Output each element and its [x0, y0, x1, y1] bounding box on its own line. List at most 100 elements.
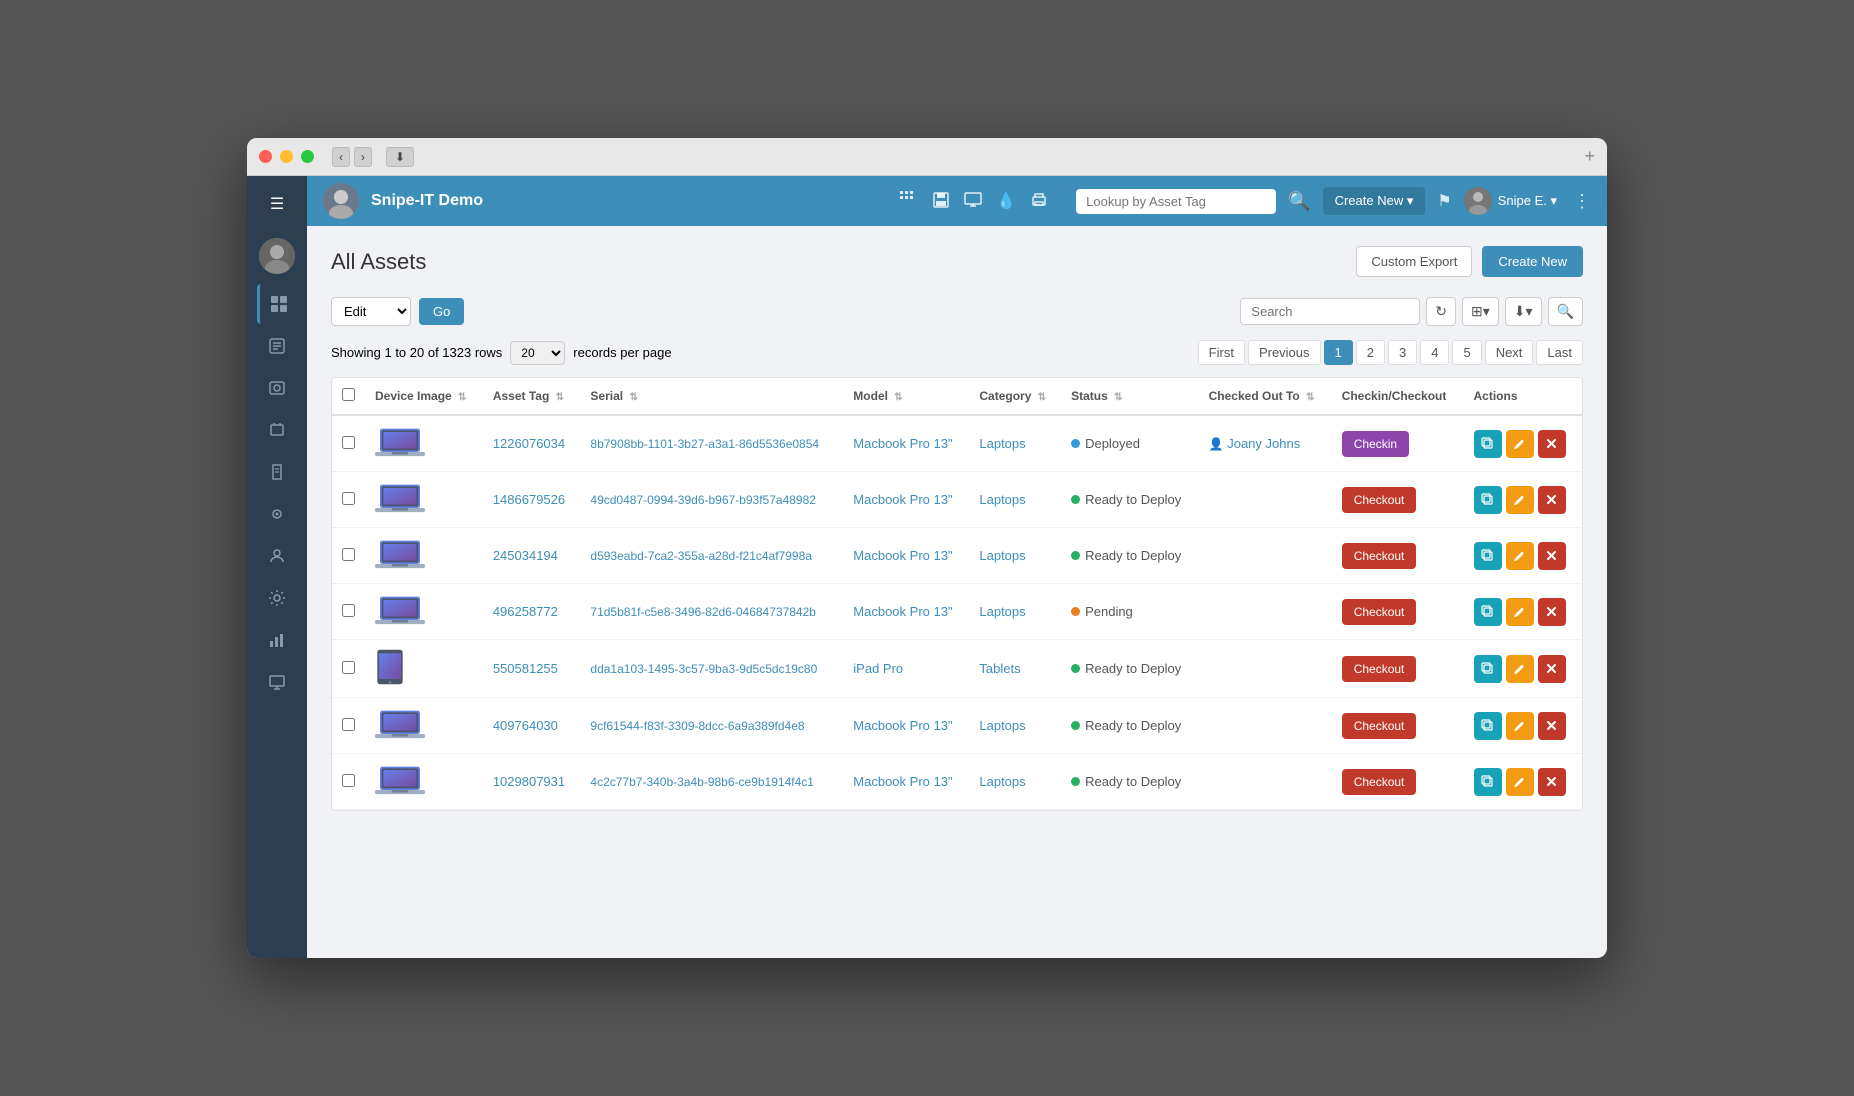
- page-button-5[interactable]: 5: [1452, 340, 1481, 365]
- checked-out-link[interactable]: Joany Johns: [1227, 436, 1300, 451]
- clone-button[interactable]: [1474, 486, 1502, 514]
- topnav-icon-monitor[interactable]: [964, 192, 982, 211]
- delete-button[interactable]: [1538, 542, 1566, 570]
- model-link[interactable]: iPad Pro: [853, 661, 903, 676]
- topnav-icon-grid[interactable]: [900, 191, 918, 212]
- clone-button[interactable]: [1474, 768, 1502, 796]
- forward-button[interactable]: ›: [354, 147, 372, 167]
- row-checkbox[interactable]: [342, 436, 355, 449]
- sidebar-item-reports[interactable]: [257, 326, 297, 366]
- category-link[interactable]: Laptops: [979, 604, 1025, 619]
- new-tab-button[interactable]: +: [1584, 146, 1595, 167]
- clone-button[interactable]: [1474, 655, 1502, 683]
- edit-button[interactable]: [1506, 598, 1534, 626]
- asset-tag-search-button[interactable]: 🔍: [1288, 191, 1310, 212]
- back-button[interactable]: ‹: [332, 147, 350, 167]
- delete-button[interactable]: [1538, 486, 1566, 514]
- bulk-action-select[interactable]: Edit: [331, 297, 411, 326]
- row-checkbox[interactable]: [342, 548, 355, 561]
- checkout-button[interactable]: Checkout: [1342, 769, 1417, 795]
- category-link[interactable]: Laptops: [979, 436, 1025, 451]
- page-button-2[interactable]: 2: [1356, 340, 1385, 365]
- category-link[interactable]: Laptops: [979, 774, 1025, 789]
- col-model[interactable]: Model ⇅: [843, 378, 969, 415]
- topnav-icon-droplet[interactable]: 💧: [996, 191, 1016, 211]
- previous-page-button[interactable]: Previous: [1248, 340, 1321, 365]
- topnav-icon-print[interactable]: [1030, 192, 1048, 211]
- model-link[interactable]: Macbook Pro 13": [853, 436, 952, 451]
- topnav-username[interactable]: Snipe E. ▾: [1498, 193, 1557, 209]
- asset-tag-link[interactable]: 409764030: [493, 718, 558, 733]
- checkin-button[interactable]: Checkin: [1342, 431, 1409, 457]
- sidebar-item-menu[interactable]: ☰: [257, 184, 297, 224]
- page-button-1[interactable]: 1: [1324, 340, 1353, 365]
- col-status[interactable]: Status ⇅: [1061, 378, 1199, 415]
- delete-button[interactable]: [1538, 712, 1566, 740]
- row-checkbox[interactable]: [342, 718, 355, 731]
- category-link[interactable]: Laptops: [979, 718, 1025, 733]
- row-checkbox[interactable]: [342, 492, 355, 505]
- export-button[interactable]: ⬇▾: [1505, 297, 1542, 326]
- checkout-button[interactable]: Checkout: [1342, 543, 1417, 569]
- category-link[interactable]: Laptops: [979, 548, 1025, 563]
- custom-export-button[interactable]: Custom Export: [1356, 246, 1472, 277]
- refresh-button[interactable]: ↻: [1426, 297, 1456, 326]
- edit-button[interactable]: [1506, 655, 1534, 683]
- sidebar-item-accessories[interactable]: [257, 410, 297, 450]
- maximize-button[interactable]: [301, 150, 314, 163]
- asset-tag-link[interactable]: 245034194: [493, 548, 558, 563]
- edit-button[interactable]: [1506, 542, 1534, 570]
- edit-button[interactable]: [1506, 430, 1534, 458]
- category-link[interactable]: Laptops: [979, 492, 1025, 507]
- edit-button[interactable]: [1506, 712, 1534, 740]
- asset-tag-link[interactable]: 1226076034: [493, 436, 565, 451]
- clone-button[interactable]: [1474, 598, 1502, 626]
- checkout-button[interactable]: Checkout: [1342, 656, 1417, 682]
- col-category[interactable]: Category ⇅: [969, 378, 1061, 415]
- page-button-3[interactable]: 3: [1388, 340, 1417, 365]
- delete-button[interactable]: [1538, 598, 1566, 626]
- topnav-flag-icon[interactable]: ⚑: [1437, 191, 1451, 211]
- sidebar-item-licenses[interactable]: [257, 368, 297, 408]
- sidebar-item-computer[interactable]: [257, 662, 297, 702]
- model-link[interactable]: Macbook Pro 13": [853, 774, 952, 789]
- delete-button[interactable]: [1538, 430, 1566, 458]
- model-link[interactable]: Macbook Pro 13": [853, 492, 952, 507]
- select-all-checkbox[interactable]: [342, 388, 355, 401]
- next-page-button[interactable]: Next: [1485, 340, 1534, 365]
- topnav-share-icon[interactable]: ⋮: [1573, 191, 1591, 212]
- sidebar-item-assets[interactable]: [257, 284, 297, 324]
- clone-button[interactable]: [1474, 430, 1502, 458]
- col-checked-out-to[interactable]: Checked Out To ⇅: [1199, 378, 1332, 415]
- asset-tag-link[interactable]: 1029807931: [493, 774, 565, 789]
- asset-tag-link[interactable]: 1486679526: [493, 492, 565, 507]
- go-button[interactable]: Go: [419, 298, 464, 325]
- close-button[interactable]: [259, 150, 272, 163]
- col-asset-tag[interactable]: Asset Tag ⇅: [483, 378, 581, 415]
- delete-button[interactable]: [1538, 655, 1566, 683]
- model-link[interactable]: Macbook Pro 13": [853, 604, 952, 619]
- checkout-button[interactable]: Checkout: [1342, 599, 1417, 625]
- checkout-button[interactable]: Checkout: [1342, 487, 1417, 513]
- page-button-4[interactable]: 4: [1420, 340, 1449, 365]
- asset-tag-link[interactable]: 550581255: [493, 661, 558, 676]
- first-page-button[interactable]: First: [1198, 340, 1245, 365]
- row-checkbox[interactable]: [342, 604, 355, 617]
- model-link[interactable]: Macbook Pro 13": [853, 548, 952, 563]
- delete-button[interactable]: [1538, 768, 1566, 796]
- checkout-button[interactable]: Checkout: [1342, 713, 1417, 739]
- category-link[interactable]: Tablets: [979, 661, 1020, 676]
- sidebar-item-charts[interactable]: [257, 620, 297, 660]
- columns-button[interactable]: ⊞▾: [1462, 297, 1499, 326]
- per-page-select[interactable]: 20 50 100: [510, 341, 565, 365]
- asset-tag-search[interactable]: [1076, 189, 1276, 214]
- topnav-create-button[interactable]: Create New ▾: [1323, 187, 1426, 215]
- clone-button[interactable]: [1474, 712, 1502, 740]
- row-checkbox[interactable]: [342, 661, 355, 674]
- edit-button[interactable]: [1506, 768, 1534, 796]
- sidebar-item-components[interactable]: [257, 494, 297, 534]
- asset-tag-link[interactable]: 496258772: [493, 604, 558, 619]
- col-serial[interactable]: Serial ⇅: [580, 378, 843, 415]
- row-checkbox[interactable]: [342, 774, 355, 787]
- edit-button[interactable]: [1506, 486, 1534, 514]
